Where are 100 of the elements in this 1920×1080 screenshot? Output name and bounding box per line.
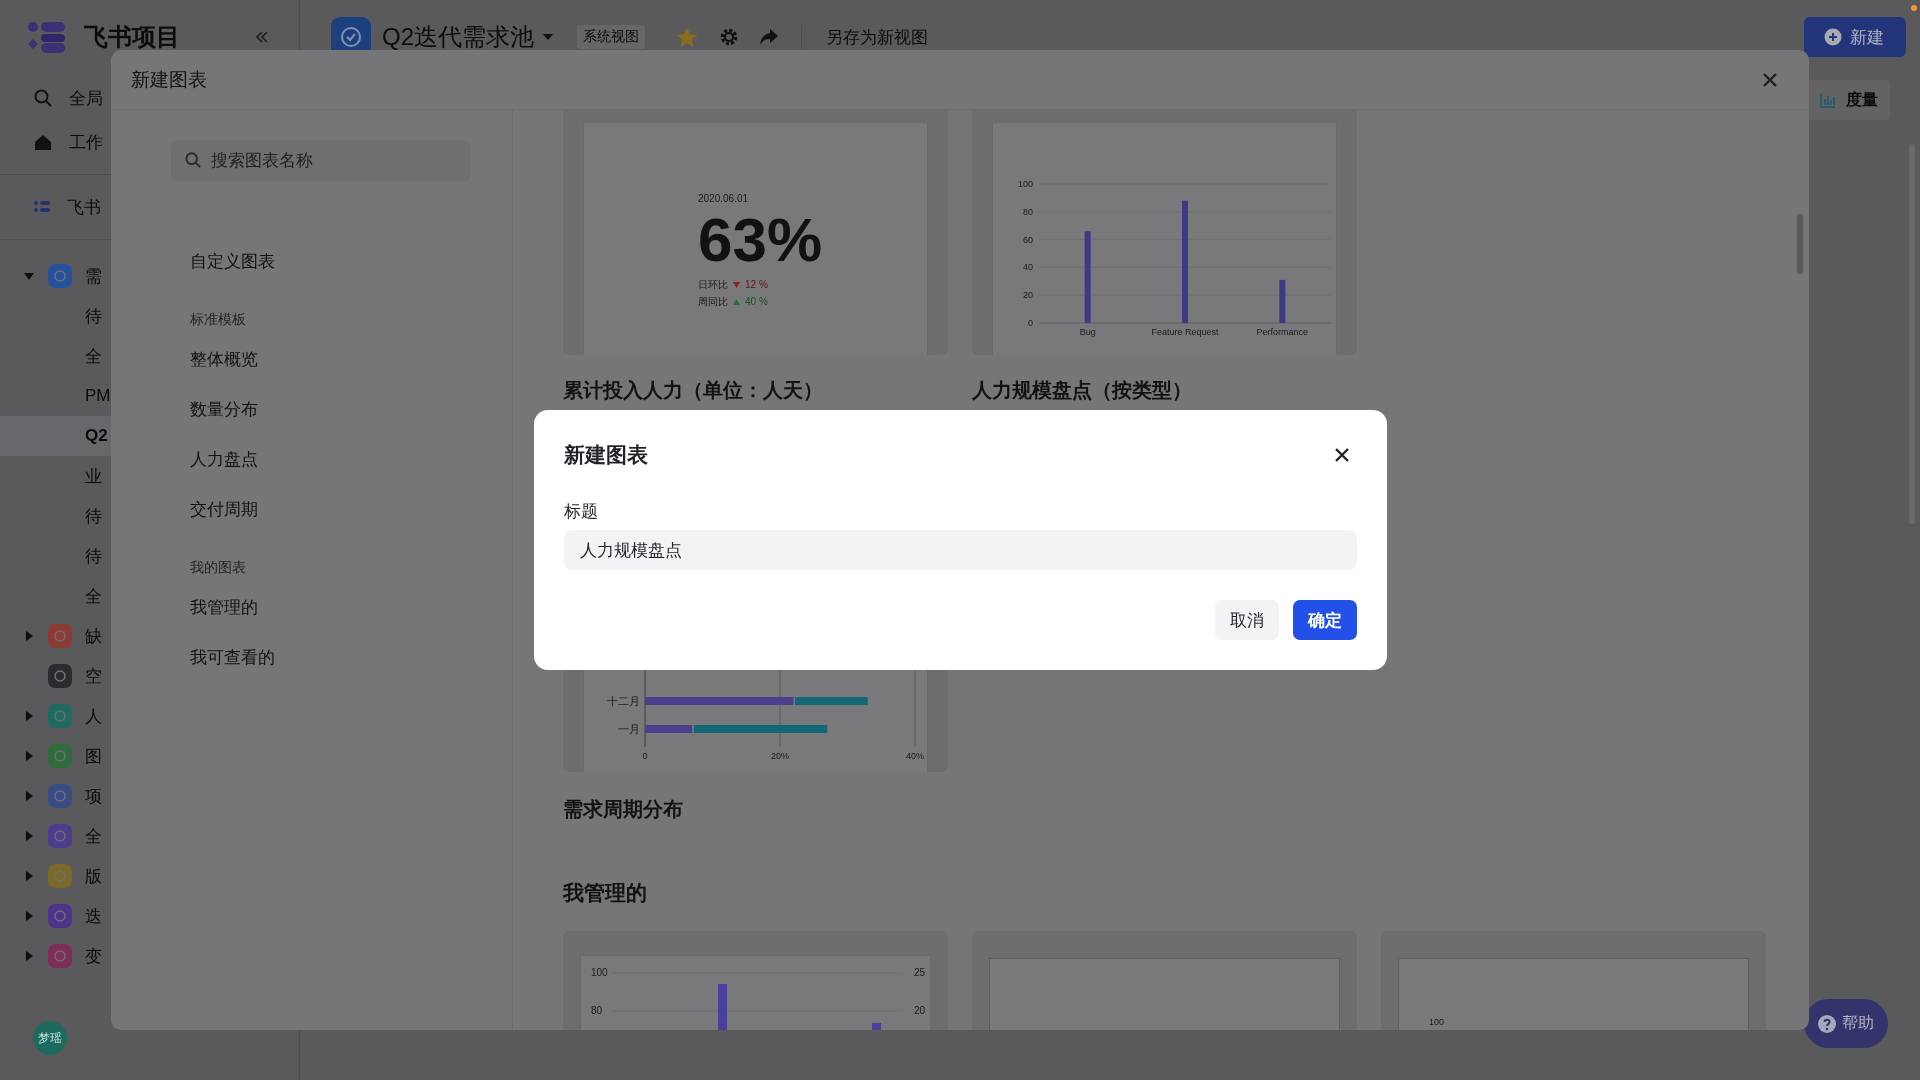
nav-item[interactable]: 交付周期 [190, 497, 258, 521]
caret-icon[interactable] [23, 630, 35, 642]
dialog-title: 新建图表 [564, 442, 648, 468]
list-icon [34, 201, 50, 213]
nav-item[interactable]: 数量分布 [190, 397, 258, 421]
axis-label: 60 [1023, 234, 1033, 245]
kpi-date: 2020.06.01 [698, 193, 749, 204]
workbench-link[interactable]: 工作 [69, 130, 103, 154]
help-button[interactable]: 帮助 [1804, 999, 1888, 1048]
caret-icon[interactable] [23, 830, 35, 842]
kpi-label: 周同比 [698, 294, 728, 309]
axis-label: 40% [906, 751, 924, 761]
new-button[interactable]: 新建 [1804, 17, 1906, 57]
axis-label: 80 [591, 1005, 603, 1016]
section-title: 我管理的 [563, 880, 648, 906]
tree-item[interactable]: 空 [85, 664, 102, 688]
axis-label: Performance [1256, 327, 1309, 337]
axis-label: 80 [1023, 206, 1033, 217]
tree-item[interactable]: 全 [85, 584, 102, 608]
tree-item[interactable]: 项 [85, 784, 102, 808]
kpi-change: 40 % [745, 296, 768, 307]
axis-label: 0 [1028, 318, 1033, 328]
nav-item[interactable]: 自定义图表 [190, 249, 275, 273]
tree-item[interactable]: 业 [85, 464, 102, 488]
chart-card[interactable]: 0 20 40 60 80 100 Bug Feature Request Performance [972, 110, 1357, 355]
tree-item[interactable]: 缺 [85, 624, 102, 648]
scrollbar[interactable] [1797, 214, 1803, 274]
kpi-label: 日环比 [698, 277, 728, 292]
modal-title: 新建图表 [131, 67, 207, 92]
tree-item[interactable]: 人 [85, 704, 102, 728]
settings-icon[interactable] [719, 27, 739, 47]
tree-item[interactable]: PM [85, 386, 111, 406]
axis-label: 20% [771, 751, 789, 761]
axis-label: 20 [914, 1005, 926, 1016]
field-label: 标题 [564, 501, 599, 523]
search-icon[interactable] [34, 89, 52, 107]
global-search-field[interactable]: 全局 [69, 86, 103, 110]
caret-icon[interactable] [23, 790, 35, 802]
axis-label: 25 [914, 967, 926, 978]
axis-label: 100 [1017, 179, 1033, 189]
nav-item[interactable]: 我可查看的 [190, 645, 275, 669]
tree-item[interactable]: 需 [85, 264, 102, 288]
title-input[interactable]: 人力规模盘点 [564, 530, 1357, 570]
collapse-icon[interactable] [255, 31, 269, 43]
tree-item[interactable]: 变 [85, 944, 102, 968]
axis-label: 20 [1023, 290, 1033, 301]
nav-section-label: 标准模板 [190, 311, 246, 329]
chart-card[interactable]: 2020.06.01 63% 日环比 12 % 周同比 40 % [563, 110, 948, 355]
tree-item[interactable]: 待 [85, 304, 102, 328]
axis-label: 40 [1023, 262, 1033, 273]
app-logo-text: 飞书项目 [84, 22, 180, 52]
chart-card[interactable]: 100 80 25 20 [563, 931, 948, 1030]
bar-chart-icon [1820, 92, 1836, 108]
axis-label: 100 [1429, 1017, 1445, 1027]
logo-icon [27, 21, 65, 53]
axis-label: 0 [642, 751, 648, 761]
space-name[interactable]: 飞书 [67, 195, 101, 219]
axis-label: 十二月 [607, 695, 640, 707]
confirm-button[interactable]: 确定 [1293, 600, 1357, 640]
tree-item[interactable]: 版 [85, 864, 102, 888]
cancel-button[interactable]: 取消 [1215, 600, 1279, 640]
caret-icon[interactable] [23, 950, 35, 962]
nav-item[interactable]: 整体概览 [190, 347, 258, 371]
search-icon [185, 152, 201, 168]
chart-title: 需求周期分布 [563, 797, 684, 822]
star-icon[interactable] [677, 27, 697, 47]
close-icon[interactable] [1335, 448, 1349, 462]
tree-item[interactable]: 待 [85, 504, 102, 528]
tree-item[interactable]: 全 [85, 344, 102, 368]
caret-icon[interactable] [23, 270, 35, 282]
kpi-value: 63% [698, 204, 823, 276]
bar [718, 984, 727, 1030]
view-tag: 系统视图 [577, 25, 645, 49]
chart-card[interactable]: 100 [1381, 931, 1766, 1030]
search-field[interactable]: 搜索图表名称 [171, 140, 470, 181]
nav-item[interactable]: 我管理的 [190, 595, 258, 619]
tree-item[interactable]: 全 [85, 824, 102, 848]
user-avatar[interactable]: 梦瑶 [33, 1021, 67, 1055]
chart-title: 累计投入人力（单位：人天） [563, 378, 824, 403]
tree-item[interactable]: 待 [85, 544, 102, 568]
caret-down-icon[interactable] [542, 33, 554, 41]
share-icon[interactable] [759, 28, 779, 46]
kpi-change: 12 % [745, 279, 768, 290]
caret-icon[interactable] [23, 910, 35, 922]
tree-item[interactable]: Q2 [85, 426, 108, 446]
axis-label: 一月 [618, 723, 640, 735]
nav-item[interactable]: 人力盘点 [190, 447, 258, 471]
axis-label: Feature Request [1151, 327, 1219, 337]
tree-item[interactable]: 迭 [85, 904, 102, 928]
axis-label: 100 [591, 967, 608, 978]
caret-icon[interactable] [23, 870, 35, 882]
project-title[interactable]: Q2迭代需求池 [382, 21, 534, 53]
save-view-link[interactable]: 另存为新视图 [826, 25, 928, 49]
caret-icon[interactable] [23, 750, 35, 762]
caret-icon[interactable] [23, 710, 35, 722]
nav-section-label: 我的图表 [190, 559, 246, 577]
home-icon [34, 133, 52, 151]
tree-item[interactable]: 图 [85, 744, 102, 768]
chart-title: 人力规模盘点（按类型） [972, 378, 1193, 403]
axis-label: Bug [1079, 327, 1096, 337]
